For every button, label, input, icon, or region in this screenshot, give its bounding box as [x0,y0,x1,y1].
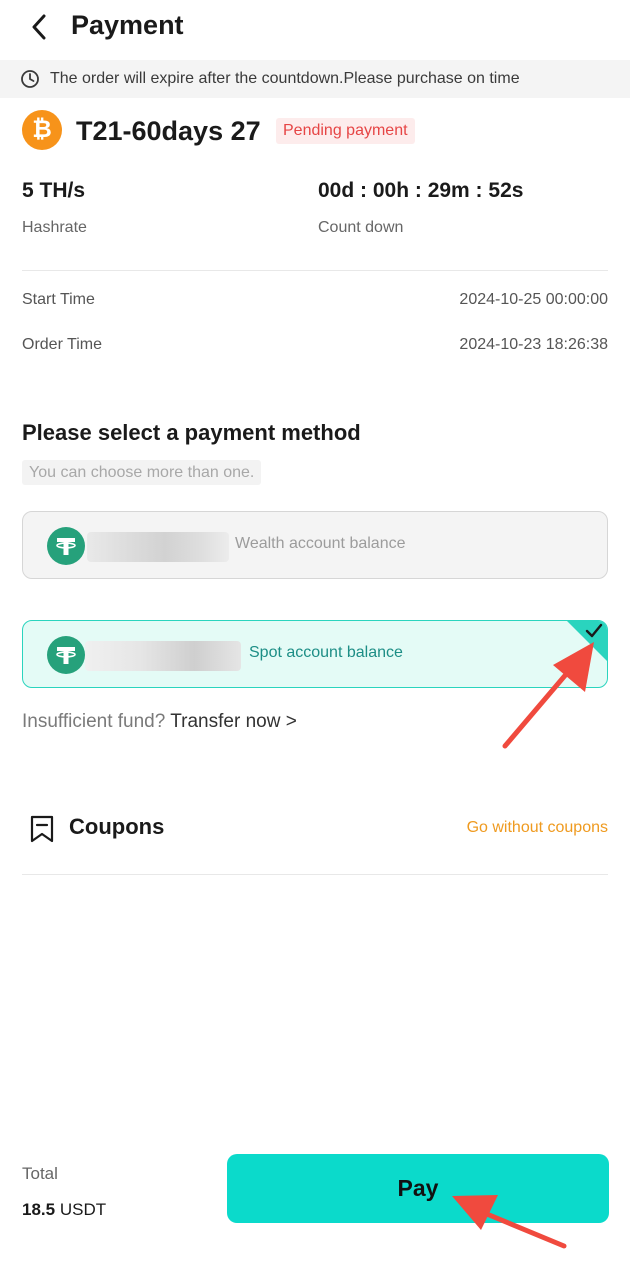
redacted-balance [85,641,241,671]
checkmark-icon [585,623,603,638]
transfer-now-link[interactable]: Transfer now > [170,711,297,732]
payment-hint: You can choose more than one. [22,460,262,485]
insufficient-fund-text: Insufficient fund? [22,711,166,732]
total-currency: USDT [59,1200,107,1219]
expire-banner: The order will expire after the countdow… [0,60,630,98]
start-time-label: Start Time [22,291,95,308]
total-amount: 18.5 USDT [22,1200,106,1220]
order-time-value: 2024-10-23 18:26:38 [459,336,608,353]
bookmark-icon [30,815,54,843]
product-name: T21-60days 27 [76,116,261,146]
page-title: Payment [71,10,184,40]
start-time-value: 2024-10-25 00:00:00 [459,291,608,308]
clock-icon [21,70,39,88]
divider [22,874,608,875]
coupons-title: Coupons [69,814,165,839]
hashrate-label: Hashrate [22,219,87,236]
header: Payment [0,0,630,56]
chevron-left-icon [32,14,46,40]
total-label: Total [22,1164,58,1183]
insufficient-fund-row: Insufficient fund? Transfer now > [22,711,297,733]
order-time-label: Order Time [22,336,103,353]
go-without-coupons-link[interactable]: Go without coupons [467,819,608,837]
countdown-value: 00d : 00h : 29m : 52s [318,179,524,202]
total-value: 18.5 [22,1200,56,1219]
option-label: Spot account balance [249,644,403,661]
tether-icon [47,636,85,674]
bitcoin-icon: ₿ [22,110,62,150]
back-button[interactable] [22,10,56,44]
option-label: Wealth account balance [235,535,406,552]
pay-button[interactable]: Pay [227,1154,609,1223]
tether-icon [47,527,85,565]
redacted-balance [87,532,229,562]
payment-method-title: Please select a payment method [22,420,361,445]
hashrate-value: 5 TH/s [22,179,86,202]
spot-balance-option[interactable]: Spot account balance [22,620,608,688]
banner-text: The order will expire after the countdow… [50,70,520,87]
countdown-label: Count down [318,219,404,236]
wealth-balance-option[interactable]: Wealth account balance [22,511,608,579]
divider [22,270,608,271]
status-badge: Pending payment [276,118,415,144]
